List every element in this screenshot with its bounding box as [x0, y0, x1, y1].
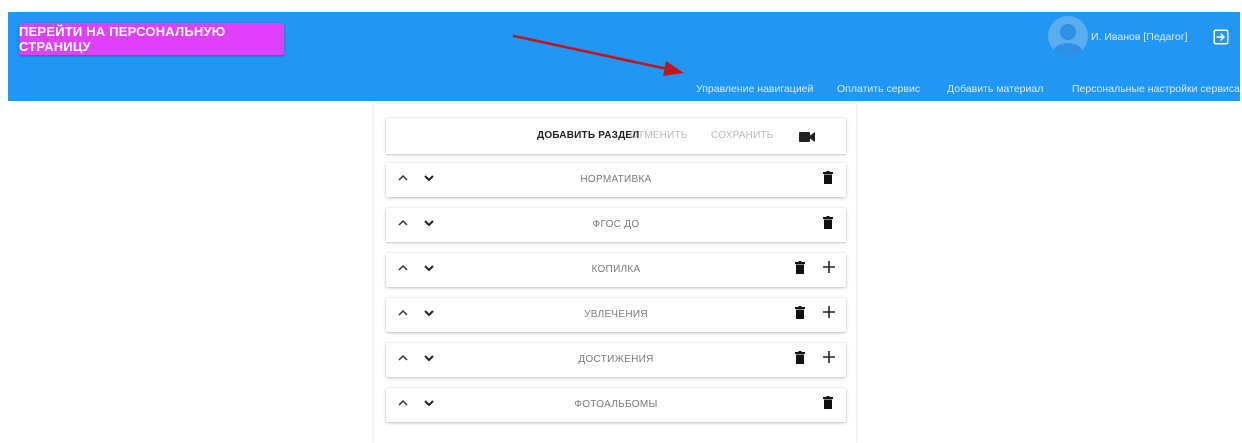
nav-link-personal-settings[interactable]: Персональные настройки сервиса — [1072, 83, 1240, 95]
trash-icon[interactable] — [795, 306, 805, 319]
toolbar-card: ДОБАВИТЬ РАЗДЕЛ ОТМЕНИТЬ СОХРАНИТЬ — [386, 118, 846, 154]
cancel-button[interactable]: ОТМЕНИТЬ — [630, 130, 688, 141]
section-title: НОРМАТИВКА — [580, 174, 652, 185]
section-card: ФГОС ДО — [386, 208, 846, 242]
nav-link-add-material[interactable]: Добавить материал — [947, 83, 1043, 95]
user-name[interactable]: И. Иванов [Педагог] — [1091, 31, 1188, 43]
nav-link-navigation[interactable]: Управление навигацией — [696, 83, 813, 95]
nav-link-pay[interactable]: Оплатить сервис — [837, 83, 920, 95]
section-title: КОПИЛКА — [591, 264, 641, 275]
avatar-body — [1053, 43, 1083, 56]
user-avatar-icon[interactable] — [1048, 16, 1088, 56]
section-title: ФГОС ДО — [592, 219, 640, 230]
add-section-button[interactable]: ДОБАВИТЬ РАЗДЕЛ — [537, 130, 640, 141]
section-title: УВЛЕЧЕНИЯ — [584, 309, 648, 320]
section-title: ДОСТИЖЕНИЯ — [578, 354, 654, 365]
video-camera-icon[interactable] — [799, 132, 815, 142]
trash-icon[interactable] — [823, 216, 833, 229]
section-card: НОРМАТИВКА — [386, 163, 846, 197]
section-card: КОПИЛКА — [386, 253, 846, 287]
top-header: ПЕРЕЙТИ НА ПЕРСОНАЛЬНУЮ СТРАНИЦУ И. Иван… — [8, 12, 1240, 101]
trash-icon[interactable] — [795, 351, 805, 364]
trash-icon[interactable] — [823, 396, 833, 409]
save-button[interactable]: СОХРАНИТЬ — [711, 130, 774, 141]
personal-page-button[interactable]: ПЕРЕЙТИ НА ПЕРСОНАЛЬНУЮ СТРАНИЦУ — [19, 23, 284, 55]
section-title: ФОТОАЛЬБОМЫ — [574, 399, 658, 410]
plus-icon[interactable] — [823, 351, 835, 363]
logout-icon[interactable] — [1212, 28, 1230, 46]
section-card: УВЛЕЧЕНИЯ — [386, 298, 846, 332]
plus-icon[interactable] — [823, 306, 835, 318]
section-card: ДОСТИЖЕНИЯ — [386, 343, 846, 377]
trash-icon[interactable] — [795, 261, 805, 274]
plus-icon[interactable] — [823, 261, 835, 273]
section-card: ФОТОАЛЬБОМЫ — [386, 388, 846, 422]
avatar-head — [1060, 24, 1076, 40]
trash-icon[interactable] — [823, 171, 833, 184]
